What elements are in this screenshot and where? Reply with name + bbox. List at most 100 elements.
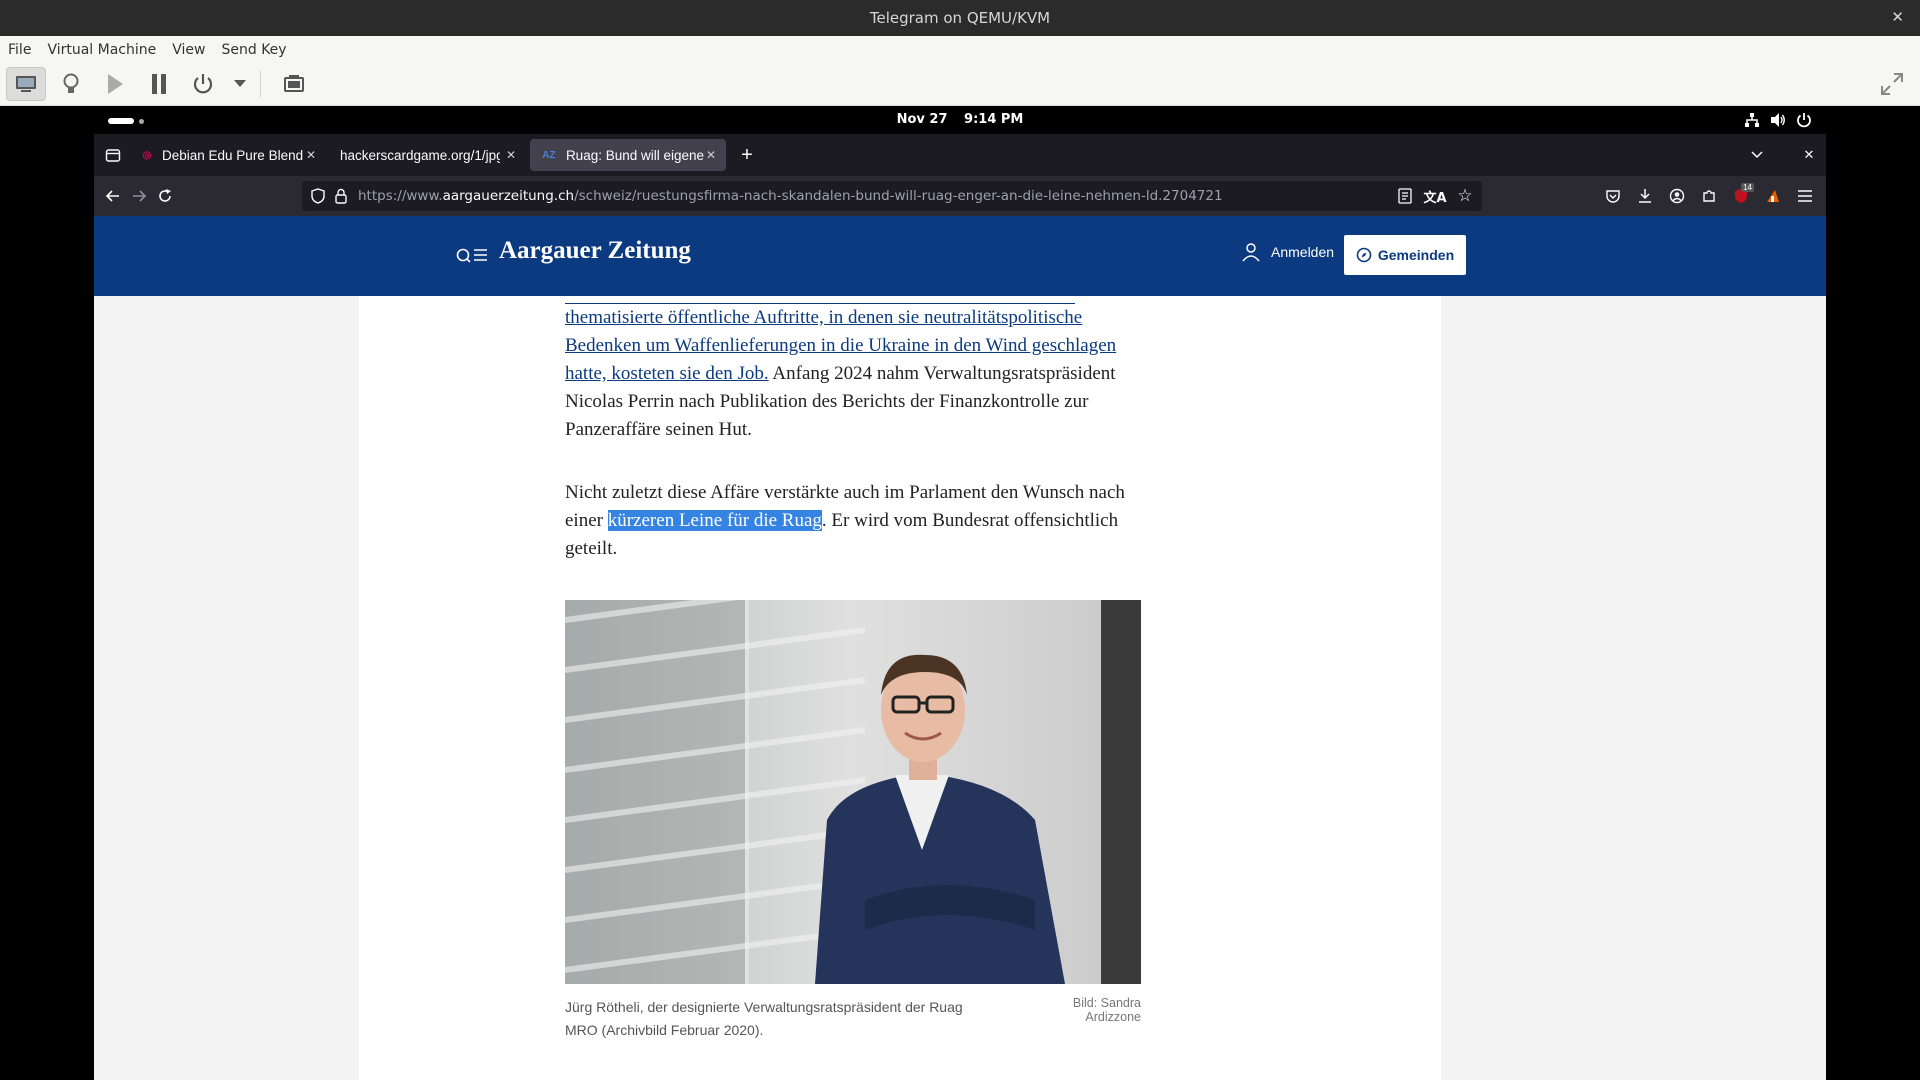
url-prefix: https://www.	[358, 188, 443, 204]
menu-virtual-machine[interactable]: Virtual Machine	[39, 42, 164, 58]
tab-title: hackerscardgame.org/1/jpg/E	[340, 147, 500, 163]
tab-hackerscardgame[interactable]: hackerscardgame.org/1/jpg/E ✕	[330, 139, 526, 171]
window-titlebar: Telegram on QEMU/KVM ✕	[0, 0, 1920, 36]
browser-nav-bar: https://www.aargauerzeitung.ch/schweiz/r…	[94, 176, 1826, 216]
search-menu-icon	[456, 248, 487, 263]
pocket-button[interactable]	[1600, 183, 1626, 209]
menu-bar: File Virtual Machine View Send Key	[0, 36, 1920, 63]
extensions-button[interactable]	[1696, 183, 1722, 209]
photo-caption: Jürg Rötheli, der designierte Verwaltung…	[565, 999, 963, 1038]
guest-display[interactable]: Nov 27 9:14 PM ◎ Debian Edu Pure Blend ✕…	[94, 106, 1826, 1080]
close-tab-icon[interactable]: ✕	[706, 148, 716, 162]
link-underline-fragment	[565, 303, 1075, 304]
photo-credit: Bild: Sandra Ardizzone	[1072, 996, 1141, 1024]
account-button[interactable]	[1664, 183, 1690, 209]
tab-ruag-article[interactable]: AZ Ruag: Bund will eigene R ✕	[530, 139, 726, 171]
new-tab-button[interactable]: +	[734, 142, 760, 168]
menu-view[interactable]: View	[164, 42, 213, 58]
account-icon	[1669, 188, 1685, 204]
pause-icon	[152, 74, 166, 94]
close-tab-icon[interactable]: ✕	[306, 148, 316, 162]
portrait-image	[565, 600, 1141, 984]
console-button[interactable]	[6, 67, 46, 101]
link-line: Bedenken um Waffenlieferungen in die Ukr…	[565, 335, 1117, 356]
arrow-right-icon	[133, 190, 147, 202]
lock-icon[interactable]	[334, 188, 348, 204]
compass-icon	[1356, 247, 1372, 263]
shutdown-button[interactable]	[184, 68, 222, 100]
forward-button[interactable]	[126, 183, 152, 209]
article-body: thematisierte öffentliche Auftritte, in …	[359, 296, 1441, 1080]
app-menu-button[interactable]	[1792, 183, 1818, 209]
lightbulb-icon	[63, 73, 79, 93]
power-icon	[193, 74, 213, 94]
web-page[interactable]: Aargauer Zeitung Anmelden Gemeinden them…	[94, 216, 1826, 1080]
close-icon[interactable]: ✕	[1891, 8, 1904, 26]
pause-button[interactable]	[140, 68, 178, 100]
details-button[interactable]	[52, 68, 90, 100]
tab-debian-edu[interactable]: ◎ Debian Edu Pure Blend ✕	[130, 139, 326, 171]
menu-send-key[interactable]: Send Key	[213, 42, 294, 58]
url-bar[interactable]: https://www.aargauerzeitung.ch/schweiz/r…	[302, 181, 1482, 211]
user-icon	[1242, 243, 1260, 262]
close-tab-icon[interactable]: ✕	[506, 148, 516, 162]
volume-icon	[1771, 113, 1785, 127]
close-window-button[interactable]: ✕	[1796, 142, 1822, 168]
firefox-view-button[interactable]	[100, 142, 126, 168]
play-icon	[108, 74, 123, 94]
reader-view-icon	[1398, 188, 1412, 204]
notification-badge: 14	[1741, 183, 1754, 192]
selected-text[interactable]: kürzeren Leine für die Ruag	[607, 510, 822, 531]
chevron-down-icon	[234, 80, 246, 87]
login-label: Anmelden	[1271, 244, 1335, 260]
star-icon: ☆	[1457, 186, 1473, 206]
system-tray[interactable]	[1744, 112, 1812, 128]
gnome-top-bar: Nov 27 9:14 PM	[94, 106, 1826, 134]
arrow-left-icon	[105, 190, 119, 202]
site-logo[interactable]: Aargauer Zeitung	[499, 237, 691, 265]
ublock-button[interactable]: 14	[1728, 183, 1754, 209]
debian-icon: ◎	[142, 149, 152, 161]
article-photo[interactable]	[565, 600, 1141, 984]
monitor-icon	[16, 76, 36, 92]
network-icon	[1745, 113, 1759, 127]
hamburger-icon	[1798, 190, 1812, 202]
reload-button[interactable]	[152, 183, 178, 209]
snapshots-button[interactable]	[275, 68, 313, 100]
shutdown-menu-button[interactable]	[228, 68, 252, 100]
municipalities-label: Gemeinden	[1377, 247, 1455, 263]
firefox-view-icon	[105, 149, 121, 162]
paragraph: Nicht zuletzt diese Affäre verstärkte au…	[565, 479, 1141, 563]
download-icon	[1639, 189, 1651, 203]
url-path: /schweiz/ruestungsfirma-nach-skandalen-b…	[574, 188, 1223, 204]
clock[interactable]: Nov 27 9:14 PM	[94, 112, 1826, 127]
tracking-shield-icon[interactable]	[310, 188, 326, 204]
tab-title: Debian Edu Pure Blend	[162, 147, 304, 163]
paragraph: thematisierte öffentliche Auftritte, in …	[565, 303, 1141, 444]
power-icon	[1797, 113, 1811, 128]
clock-date: Nov 27	[896, 112, 948, 127]
fullscreen-button[interactable]	[1880, 72, 1904, 101]
downloads-button[interactable]	[1632, 183, 1658, 209]
menu-file[interactable]: File	[0, 42, 39, 58]
window-title: Telegram on QEMU/KVM	[869, 9, 1051, 27]
list-all-tabs-button[interactable]	[1744, 142, 1770, 168]
reload-icon	[159, 189, 171, 202]
municipalities-button[interactable]: Gemeinden	[1344, 235, 1466, 275]
extension-icon	[1767, 190, 1779, 202]
puzzle-icon	[1703, 190, 1715, 202]
vm-toolbar	[0, 63, 1920, 106]
url-text[interactable]: https://www.aargauerzeitung.ch/schweiz/r…	[358, 188, 1223, 204]
extension-button[interactable]	[1760, 183, 1786, 209]
login-link[interactable]: Anmelden	[1241, 242, 1334, 262]
reader-view-button[interactable]	[1392, 183, 1418, 209]
bookmark-button[interactable]: ☆	[1452, 183, 1478, 209]
translate-button[interactable]: 文A	[1422, 183, 1448, 209]
tab-title: Ruag: Bund will eigene R	[565, 147, 706, 163]
menu-search-button[interactable]	[456, 246, 490, 271]
aargauer-zeitung-favicon: AZ	[542, 149, 556, 161]
clock-time: 9:14 PM	[964, 112, 1024, 127]
run-button[interactable]	[96, 68, 134, 100]
back-button[interactable]	[100, 183, 126, 209]
link-line: hatte, kosteten sie den Job.	[565, 363, 769, 384]
